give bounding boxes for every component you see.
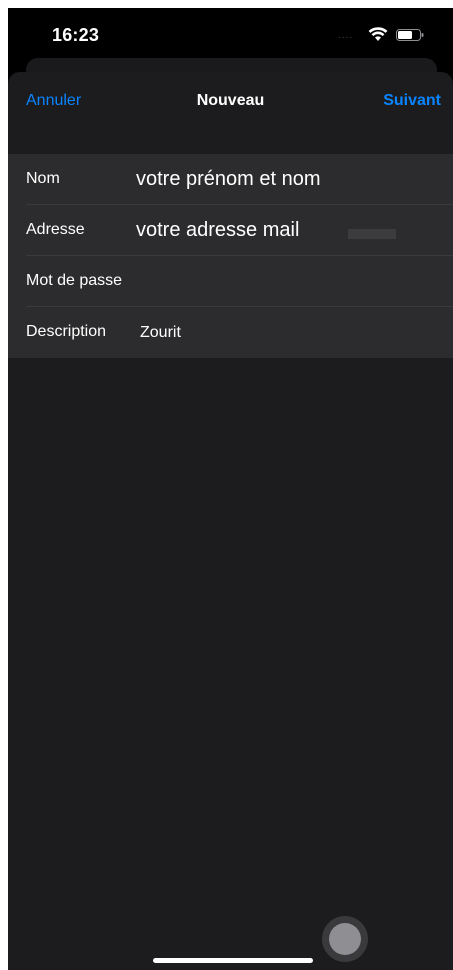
assistive-touch-icon (329, 923, 361, 955)
address-label: Adresse (26, 221, 85, 238)
name-label: Nom (26, 170, 60, 187)
battery-icon (396, 29, 424, 41)
password-label: Mot de passe (26, 272, 123, 289)
navigation-bar: Annuler Nouveau Suivant (8, 72, 453, 132)
blurred-text (348, 229, 396, 239)
password-field[interactable]: Mot de passe (8, 256, 453, 307)
home-indicator[interactable] (153, 958, 313, 963)
status-time: 16:23 (52, 25, 100, 45)
description-value[interactable]: Zourit (140, 324, 181, 342)
address-value[interactable]: votre adresse mail (136, 219, 299, 242)
name-field[interactable]: Nom votre prénom et nom (8, 154, 453, 205)
phone-screen: 16:23 .... Annuler Nouveau Suivant Nom v… (8, 8, 453, 970)
new-account-sheet: Annuler Nouveau Suivant Nom votre prénom… (8, 72, 453, 970)
next-button[interactable]: Suivant (383, 92, 441, 110)
name-value[interactable]: votre prénom et nom (136, 168, 321, 191)
address-field[interactable]: Adresse votre adresse mail (8, 205, 453, 256)
cellular-signal-icon: .... (338, 30, 354, 41)
description-field[interactable]: Description Zourit (8, 307, 453, 358)
account-form: Nom votre prénom et nom Adresse votre ad… (8, 154, 453, 358)
assistive-touch-button[interactable] (322, 916, 368, 962)
wifi-icon (368, 27, 388, 41)
description-label: Description (26, 323, 107, 340)
